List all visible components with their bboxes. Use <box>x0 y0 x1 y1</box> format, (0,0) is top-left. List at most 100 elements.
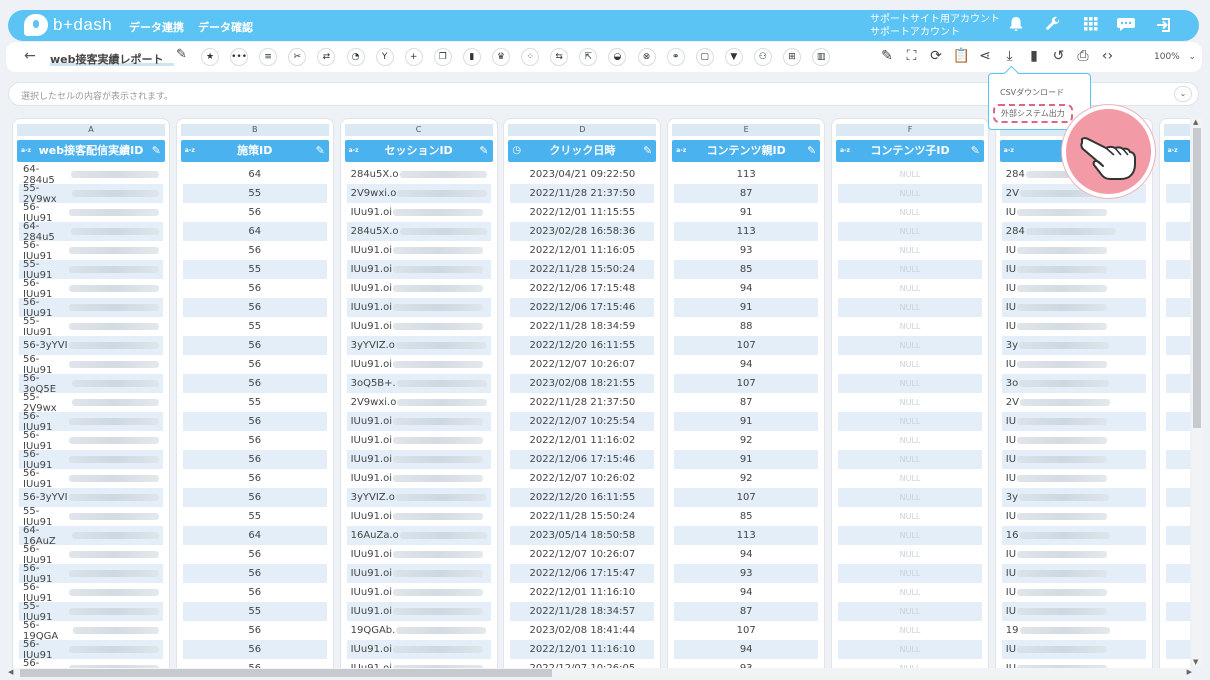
table-cell[interactable]: 56 <box>183 469 327 488</box>
chat-support-icon[interactable] <box>1116 16 1136 36</box>
table-cell[interactable]: IUu91.oi <box>347 431 491 450</box>
table-cell[interactable]: 55-2V9wx <box>19 392 163 414</box>
shuffle-icon[interactable]: ⇄ <box>317 48 336 66</box>
plus-icon[interactable]: + <box>404 48 423 66</box>
table-cell[interactable]: 2022/12/20 16:11:55 <box>510 336 655 355</box>
edit-title-pencil-icon[interactable]: ✎ <box>176 47 187 62</box>
table-cell[interactable]: IU <box>1002 431 1146 450</box>
bell-icon[interactable] <box>1006 16 1026 36</box>
table-cell[interactable]: IU <box>1001 260 1146 279</box>
table-cell[interactable]: IU <box>1002 659 1146 668</box>
table-cell[interactable] <box>1166 659 1190 668</box>
table-cell[interactable]: NULL <box>838 602 982 621</box>
column-header[interactable]: a-z 施策ID ✎ <box>180 140 329 162</box>
column-header[interactable]: a-z コンテンツ親ID ✎ <box>672 140 821 162</box>
table-cell[interactable]: 56 <box>183 355 327 374</box>
column-header[interactable]: a-z✎ <box>1163 140 1190 162</box>
zoom-select[interactable]: 100% ⌄ <box>1136 49 1198 65</box>
table-cell[interactable]: 56-IUu91 <box>19 658 163 668</box>
table-cell[interactable]: NULL <box>838 450 982 469</box>
table-cell[interactable] <box>1166 241 1190 260</box>
table-cell[interactable]: 2022/12/07 10:25:54 <box>510 412 655 431</box>
column-header[interactable]: ◷ クリック日時 ✎ <box>508 140 657 162</box>
table-cell[interactable]: NULL <box>838 469 982 488</box>
table-cell[interactable]: IU <box>1001 412 1146 431</box>
table-cell[interactable]: IU <box>1002 241 1146 260</box>
table-cell[interactable]: 113 <box>674 165 818 184</box>
table-cell[interactable]: NULL <box>838 279 982 298</box>
table-cell[interactable]: 2022/12/07 10:26:07 <box>510 355 654 374</box>
table-cell[interactable]: IUu91.oi <box>346 640 491 659</box>
table-cell[interactable]: 93 <box>674 564 819 583</box>
memo-icon[interactable]: ≡ <box>259 48 278 66</box>
table-cell[interactable]: 56 <box>183 659 327 668</box>
column-letter[interactable]: C <box>344 124 493 136</box>
table-cell[interactable]: 2022/12/07 10:26:07 <box>510 545 654 564</box>
repeat-icon[interactable]: ⟳ <box>928 48 944 64</box>
table-cell[interactable]: 2023/02/28 16:58:36 <box>510 222 655 241</box>
table-cell[interactable] <box>1166 279 1190 298</box>
table-cell[interactable] <box>1166 431 1190 450</box>
table-cell[interactable] <box>1166 317 1190 336</box>
table-cell[interactable]: 2023/02/08 18:41:44 <box>510 621 654 640</box>
table-cell[interactable]: 56-IUu91 <box>19 449 163 471</box>
table-cell[interactable]: 16AuZa.o <box>346 526 491 545</box>
table-cell[interactable]: NULL <box>838 393 982 412</box>
table-cell[interactable]: 2V9wxi.o <box>346 184 491 203</box>
table-cell[interactable]: NULL <box>838 545 982 564</box>
table-cell[interactable]: IU <box>1002 583 1146 602</box>
table-cell[interactable]: NULL <box>838 507 982 526</box>
table-cell[interactable]: NULL <box>838 488 982 507</box>
link-icon[interactable]: ⚭ <box>666 48 685 66</box>
table-cell[interactable] <box>1166 583 1190 602</box>
table-cell[interactable] <box>1165 184 1190 203</box>
edit-column-pencil-icon[interactable]: ✎ <box>479 140 488 162</box>
table-cell[interactable]: IU <box>1001 298 1146 317</box>
table-cell[interactable]: 94 <box>674 640 819 659</box>
table-cell[interactable]: 3yYVIZ.o <box>346 336 491 355</box>
table-cell[interactable]: 2022/12/07 10:26:05 <box>510 659 654 668</box>
table-cell[interactable]: 94 <box>674 545 818 564</box>
timer-icon[interactable]: ◔ <box>346 48 365 66</box>
nav-data-check[interactable]: データ確認 <box>198 19 253 35</box>
table-cell[interactable]: 91 <box>674 298 819 317</box>
table-cell[interactable]: 56 <box>182 564 327 583</box>
table-cell[interactable]: 107 <box>674 336 819 355</box>
table-cell[interactable]: 88 <box>674 317 818 336</box>
table-cell[interactable]: 56-IUu91 <box>19 297 163 319</box>
table-cell[interactable]: 55 <box>183 317 327 336</box>
table-cell[interactable] <box>1166 507 1190 526</box>
table-cell[interactable]: 2V <box>1002 393 1146 412</box>
table-cell[interactable] <box>1165 564 1190 583</box>
table-cell[interactable]: 2022/12/20 16:11:55 <box>510 488 655 507</box>
table-cell[interactable]: IUu91.oi <box>346 412 491 431</box>
table-cell[interactable]: NULL <box>838 374 982 393</box>
cancel-icon[interactable]: ⊗ <box>637 48 656 66</box>
table-cell[interactable]: 91 <box>674 412 819 431</box>
table-cell[interactable]: 56 <box>183 203 327 222</box>
table-cell[interactable]: IUu91.oi <box>346 260 491 279</box>
table-cell[interactable]: 55-IUu91 <box>19 506 163 528</box>
table-cell[interactable]: 284 <box>1001 222 1146 241</box>
column-letter[interactable]: E <box>672 124 821 136</box>
table-cell[interactable]: 56-IUu91 <box>19 202 163 224</box>
table-cell[interactable]: NULL <box>838 583 982 602</box>
scroll-up-icon[interactable]: ▲ <box>1193 118 1198 126</box>
edit-column-pencil-icon[interactable]: ✎ <box>152 140 161 162</box>
table-cell[interactable]: 56-IUu91 <box>19 544 163 566</box>
table-cell[interactable]: 113 <box>674 526 819 545</box>
table-cell[interactable]: NULL <box>838 431 982 450</box>
table-cell[interactable]: 56-IUu91 <box>19 639 163 661</box>
table-cell[interactable]: 56 <box>182 374 327 393</box>
table-cell[interactable]: 2022/12/06 17:15:46 <box>510 298 655 317</box>
table-cell[interactable]: 2023/05/14 18:50:58 <box>510 526 655 545</box>
table-cell[interactable]: 92 <box>674 469 818 488</box>
table-cell[interactable]: 64 <box>182 526 327 545</box>
table-cell[interactable]: IU <box>1001 564 1146 583</box>
table-cell[interactable]: NULL <box>838 355 982 374</box>
table-cell[interactable]: 16 <box>1001 526 1146 545</box>
table-cell[interactable]: IUu91.oi <box>347 241 491 260</box>
table-cell[interactable]: 56-IUu91 <box>19 240 163 262</box>
column-header[interactable]: a-z コンテンツ子ID ✎ <box>836 140 984 162</box>
table-cell[interactable]: 55 <box>182 184 327 203</box>
